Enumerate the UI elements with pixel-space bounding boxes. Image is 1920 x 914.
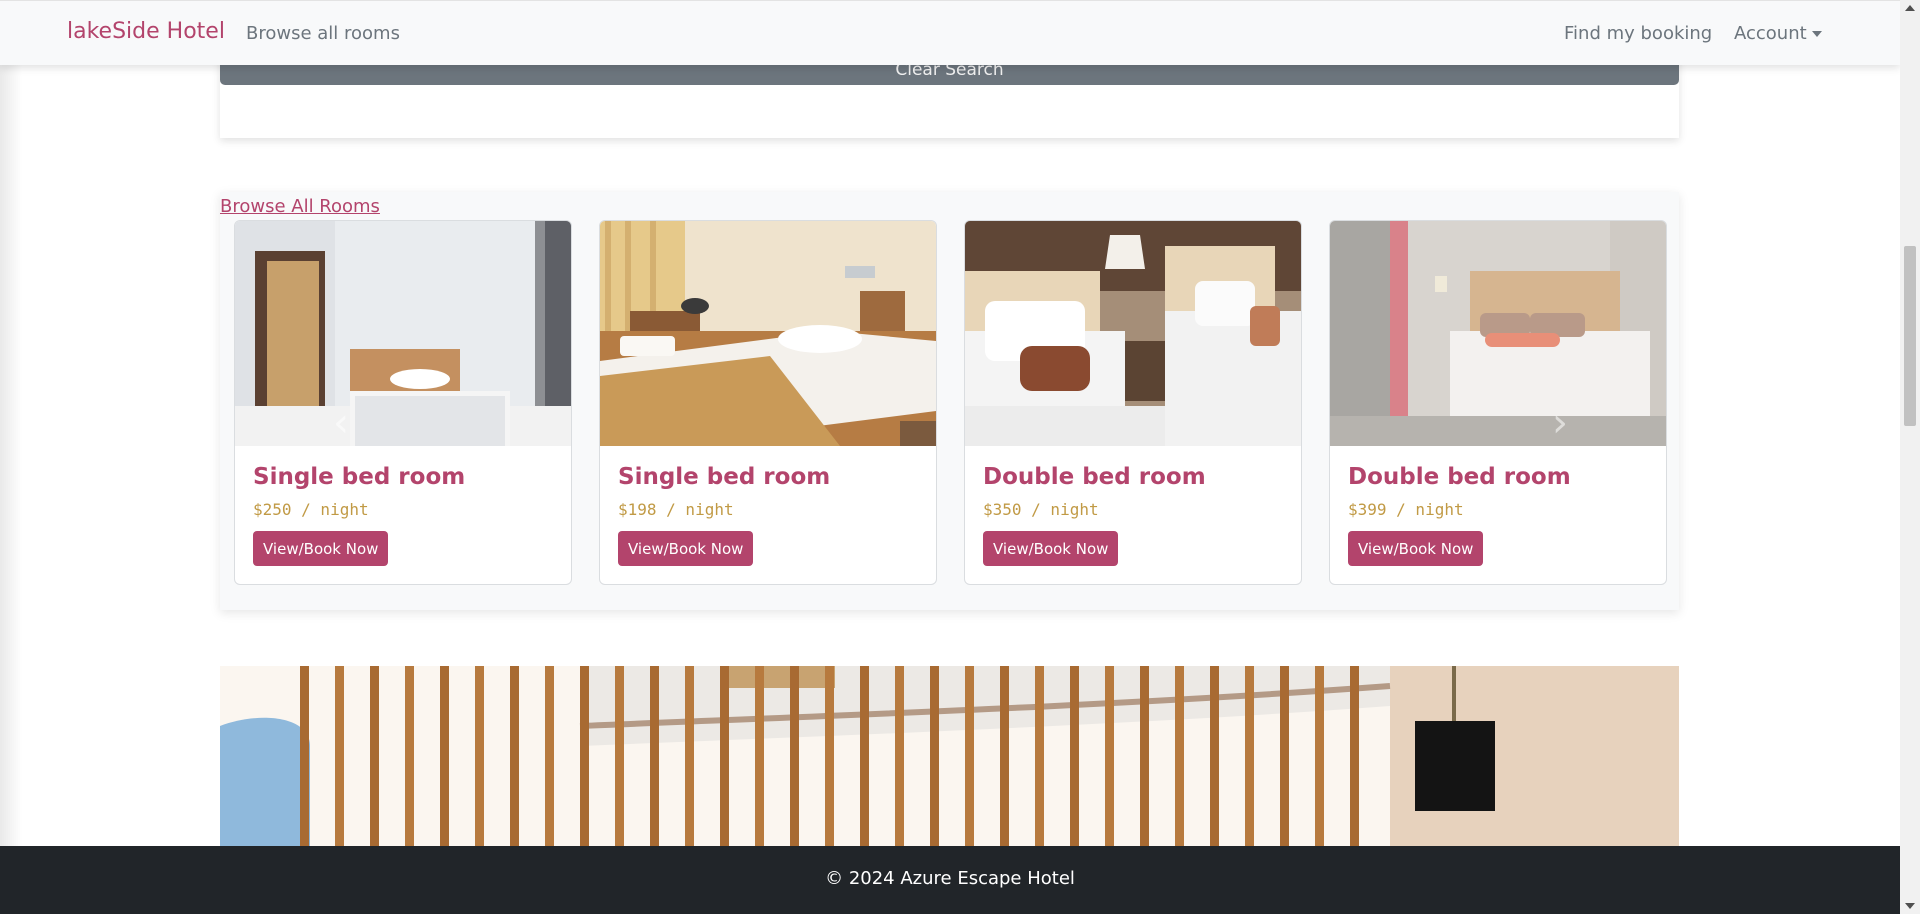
- room-type-title: Double bed room: [1348, 464, 1571, 490]
- room-price: $350 / night: [983, 500, 1099, 519]
- wood-slat: [1070, 666, 1079, 846]
- browse-all-rooms-link[interactable]: Browse All Rooms: [220, 196, 380, 217]
- scroll-down-arrow-icon[interactable]: [1905, 903, 1915, 909]
- vertical-scrollbar[interactable]: [1900, 0, 1920, 914]
- room-price: $399 / night: [1348, 500, 1464, 519]
- view-book-button[interactable]: View/Book Now: [253, 531, 389, 566]
- room-card: Single bed room $250 / night View/Book N…: [234, 220, 572, 585]
- wood-slat: [895, 666, 904, 846]
- view-book-button[interactable]: View/Book Now: [983, 531, 1119, 566]
- wood-slat: [1105, 666, 1114, 846]
- room-card: Single bed room $198 / night View/Book N…: [599, 220, 937, 585]
- wood-slat: [615, 666, 624, 846]
- carousel-prev-icon[interactable]: ‹: [333, 400, 349, 446]
- brand-logo-link[interactable]: lakeSide Hotel: [67, 19, 225, 44]
- reception-photo: [220, 666, 1679, 846]
- wood-slat: [720, 666, 729, 846]
- view-book-button[interactable]: View/Book Now: [1348, 531, 1484, 566]
- view-book-button[interactable]: View/Book Now: [618, 531, 754, 566]
- carousel-next-icon[interactable]: ›: [1552, 400, 1568, 446]
- wood-slat: [1035, 666, 1044, 846]
- wood-slat: [1140, 666, 1149, 846]
- wood-slat: [965, 666, 974, 846]
- wood-slat: [405, 666, 414, 846]
- wood-slat: [580, 666, 589, 846]
- wood-slat: [1280, 666, 1289, 846]
- wood-slat: [650, 666, 659, 846]
- room-card: Double bed room $350 / night View/Book N…: [964, 220, 1302, 585]
- wood-slat: [510, 666, 519, 846]
- account-dropdown[interactable]: Account: [1734, 23, 1822, 44]
- wood-slat: [300, 666, 309, 846]
- wood-slat: [860, 666, 869, 846]
- wood-slat: [1175, 666, 1184, 846]
- wood-slat: [790, 666, 799, 846]
- wood-slat: [685, 666, 694, 846]
- nav-browse-all-rooms[interactable]: Browse all rooms: [246, 23, 400, 44]
- account-label: Account: [1734, 23, 1807, 44]
- wood-slat: [545, 666, 554, 846]
- wood-slat: [440, 666, 449, 846]
- room-type-title: Double bed room: [983, 464, 1206, 490]
- nav-find-my-booking[interactable]: Find my booking: [1564, 23, 1712, 44]
- wood-slat: [1210, 666, 1219, 846]
- hero-reception-image: [220, 666, 1679, 846]
- room-card: Double bed room $399 / night View/Book N…: [1329, 220, 1667, 585]
- wood-slat: [755, 666, 764, 846]
- room-type-title: Single bed room: [618, 464, 831, 490]
- room-type-title: Single bed room: [253, 464, 466, 490]
- wood-slat: [1350, 666, 1359, 846]
- wood-slat: [370, 666, 379, 846]
- wood-slat: [1245, 666, 1254, 846]
- room-price: $250 / night: [253, 500, 369, 519]
- scroll-up-arrow-icon[interactable]: [1905, 5, 1915, 11]
- wood-slat: [1315, 666, 1324, 846]
- caret-down-icon: [1811, 31, 1822, 37]
- wood-slat: [475, 666, 484, 846]
- wood-slat: [1000, 666, 1009, 846]
- room-photo[interactable]: [965, 221, 1301, 446]
- page-edge-shadow: [0, 0, 22, 914]
- scrollbar-thumb[interactable]: [1904, 246, 1916, 426]
- room-photo[interactable]: [235, 221, 571, 446]
- wood-slat: [825, 666, 834, 846]
- room-photo[interactable]: [600, 221, 936, 446]
- copyright-text: © 2024 Azure Escape Hotel: [825, 868, 1075, 889]
- page-footer: © 2024 Azure Escape Hotel: [0, 846, 1900, 914]
- room-price: $198 / night: [618, 500, 734, 519]
- top-navbar: lakeSide Hotel Browse all rooms Find my …: [0, 0, 1900, 65]
- wood-slat: [335, 666, 344, 846]
- room-photo[interactable]: [1330, 221, 1666, 446]
- wood-slat: [930, 666, 939, 846]
